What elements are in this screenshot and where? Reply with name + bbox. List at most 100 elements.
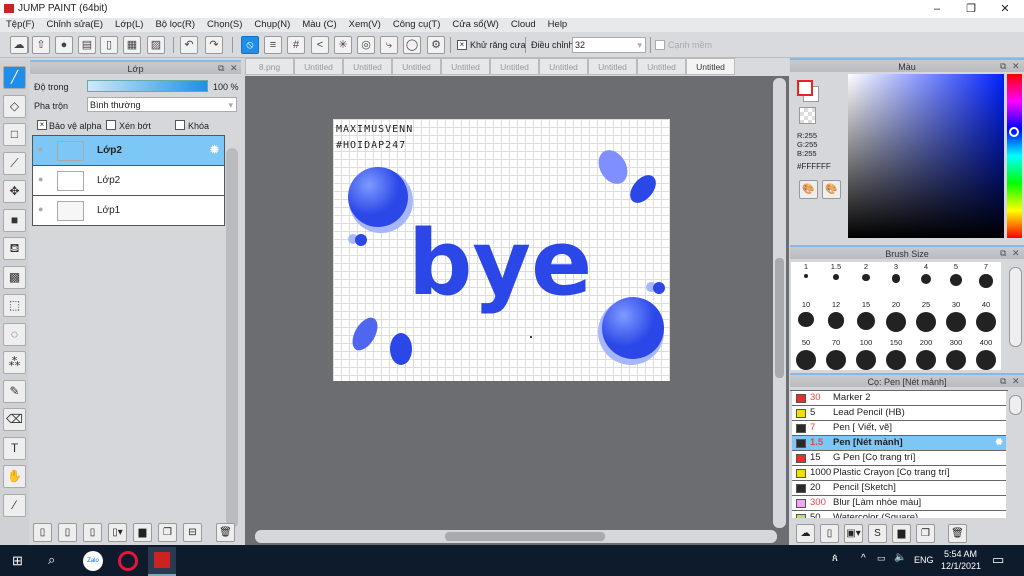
document-tab[interactable]: Untitled (588, 58, 637, 75)
new-layer-icon[interactable]: ▯ (33, 523, 52, 542)
brush-size-cell[interactable]: 70 (821, 338, 851, 370)
brush-size-cell[interactable]: 1 (791, 262, 821, 300)
new-raster-icon[interactable]: ▯ (58, 523, 77, 542)
people-icon[interactable]: ጰ (832, 553, 838, 564)
layer-visibility-icon[interactable]: ● (38, 144, 43, 154)
duplicate-icon[interactable]: ❐ (158, 523, 177, 542)
perspective-ruler-icon[interactable]: < (311, 36, 329, 54)
brush-size-cell[interactable]: 5 (941, 262, 971, 300)
opera-app-icon[interactable] (118, 551, 138, 571)
menu-item[interactable]: Tệp(F) (0, 18, 41, 32)
layer-settings-icon[interactable]: ✹ (209, 142, 220, 158)
edit-layout-icon[interactable]: ▨ (147, 36, 165, 54)
undo-icon[interactable]: ↶ (180, 36, 198, 54)
clock-time[interactable]: 5:54 AM (944, 549, 977, 559)
brush-menu-icon[interactable]: ▣▾ (844, 524, 863, 543)
cloud-icon[interactable]: ☁ (10, 36, 28, 54)
select-eraser-tool-icon[interactable]: ⌫ (3, 408, 26, 431)
brush-size-cell[interactable]: 400 (971, 338, 1001, 370)
layer-row[interactable]: ● Lớp1 (32, 196, 225, 226)
blend-select[interactable]: Bình thường ▾ (87, 97, 237, 112)
close-panel-icon[interactable]: ✕ (230, 63, 238, 74)
brush-size-cell[interactable]: 3 (881, 262, 911, 300)
move-tool-icon[interactable]: ✥ (3, 180, 26, 203)
parallel-ruler-icon[interactable]: ≡ (264, 36, 282, 54)
curve-ruler-icon[interactable]: ⤷ (380, 36, 398, 54)
grid-ruler-icon[interactable]: # (287, 36, 305, 54)
ellipse-ruler-icon[interactable]: ◯ (403, 36, 421, 54)
document-tab[interactable]: Untitled (637, 58, 686, 75)
layer-row[interactable]: ● Lớp2 ✹ (32, 136, 225, 166)
jump-paint-app-icon[interactable] (148, 547, 176, 576)
float-panel-icon[interactable]: ⧉ (218, 63, 224, 74)
brush-item[interactable]: 1000 Plastic Crayon [Cọ trang trí] (792, 466, 1006, 481)
palette-edit-icon[interactable]: 🎨 (822, 180, 841, 199)
brush-size-cell[interactable]: 10 (791, 300, 821, 338)
document-tab[interactable]: Untitled (686, 58, 735, 75)
brush-size-cell[interactable]: 150 (881, 338, 911, 370)
new-8bit-icon[interactable]: ▯ (83, 523, 102, 542)
close-button[interactable]: ✕ (988, 0, 1022, 18)
eyedropper-tool-icon[interactable]: ⁄ (3, 493, 26, 517)
brush-size-scrollbar[interactable] (1009, 267, 1022, 347)
settings-ruler-icon[interactable]: ⚙ (427, 36, 445, 54)
brush-folder-icon[interactable]: ▆ (892, 524, 911, 543)
brush-script-icon[interactable]: S (868, 524, 887, 543)
brush-size-cell[interactable]: 20 (881, 300, 911, 338)
select-pen-tool-icon[interactable]: ✎ (3, 379, 26, 403)
lock-checkbox[interactable] (175, 120, 185, 130)
brush-size-cell[interactable]: 100 (851, 338, 881, 370)
menu-item[interactable]: Lớp(L) (109, 18, 149, 32)
radial-ruler-icon[interactable]: ✳ (334, 36, 352, 54)
text-tool-icon[interactable]: T (3, 436, 26, 460)
layer-visibility-icon[interactable]: ● (38, 204, 43, 214)
menu-item[interactable]: Chụp(N) (248, 18, 296, 32)
gradient-tool-icon[interactable]: ▩ (3, 265, 26, 289)
clock-date[interactable]: 12/1/2021 (941, 561, 981, 571)
close-panel-icon[interactable]: ✕ (1012, 61, 1020, 72)
menu-item[interactable]: Cửa sổ(W) (446, 18, 504, 32)
vertical-scrollbar[interactable] (773, 78, 786, 528)
brush-size-cell[interactable]: 2 (851, 262, 881, 300)
line-tool-icon[interactable]: ⟋ (3, 151, 26, 175)
brush-item[interactable]: 5 Lead Pencil (HB) (792, 406, 1006, 421)
minimize-button[interactable]: – (920, 0, 954, 18)
drawing-canvas[interactable]: MAXIMUSVENN #HOIDAP247 bye (333, 119, 670, 381)
brush-tool-icon[interactable]: ╱ (3, 66, 26, 89)
close-panel-icon[interactable]: ✕ (1012, 376, 1020, 387)
hue-slider[interactable] (1007, 74, 1022, 238)
menu-item[interactable]: Cloud (505, 18, 542, 32)
battery-icon[interactable]: ▭ (877, 553, 886, 564)
rect-tool-icon[interactable]: □ (3, 123, 26, 146)
delete-brush-icon[interactable]: 🗑 (948, 524, 967, 543)
folder-icon[interactable]: ▆ (133, 523, 152, 542)
bucket-tool-icon[interactable]: ⛾ (3, 237, 26, 260)
brush-size-cell[interactable]: 4 (911, 262, 941, 300)
smooth-checkbox[interactable] (655, 40, 665, 50)
delete-layer-icon[interactable]: 🗑 (216, 523, 235, 542)
brush-size-cell[interactable]: 300 (941, 338, 971, 370)
protect-alpha-checkbox[interactable]: × (37, 120, 47, 130)
concentric-ruler-icon[interactable]: ◎ (357, 36, 375, 54)
antialias-checkbox[interactable]: × (457, 40, 467, 50)
zalo-app-icon[interactable]: Zalo (83, 551, 103, 571)
brush-settings-icon[interactable]: ✹ (995, 436, 1003, 450)
menu-item[interactable]: Màu (C) (296, 18, 342, 32)
redo-icon[interactable]: ↷ (205, 36, 223, 54)
palette-icon[interactable]: 🎨 (799, 180, 818, 199)
lasso-select-tool-icon[interactable]: ◌ (3, 322, 26, 346)
brush-item[interactable]: 20 Pencil [Sketch] (792, 481, 1006, 496)
hand-tool-icon[interactable]: ✋ (3, 465, 26, 488)
merge-icon[interactable]: ⊟ (183, 523, 202, 542)
brush-item[interactable]: 30 Marker 2 (792, 391, 1006, 406)
comment-icon[interactable]: ● (55, 36, 73, 54)
brush-item[interactable]: 15 G Pen [Cọ trang trí] (792, 451, 1006, 466)
brush-size-cell[interactable]: 25 (911, 300, 941, 338)
brush-size-cell[interactable]: 40 (971, 300, 1001, 338)
brush-item[interactable]: 1.5 Pen [Nét mảnh] ✹ (792, 436, 1006, 451)
layer-scrollbar[interactable] (226, 148, 238, 528)
search-icon[interactable]: ⌕ (48, 552, 55, 568)
brush-size-cell[interactable]: 1.5 (821, 262, 851, 300)
menu-item[interactable]: Xem(V) (343, 18, 387, 32)
cloud-download-icon[interactable]: ☁ (796, 524, 815, 543)
